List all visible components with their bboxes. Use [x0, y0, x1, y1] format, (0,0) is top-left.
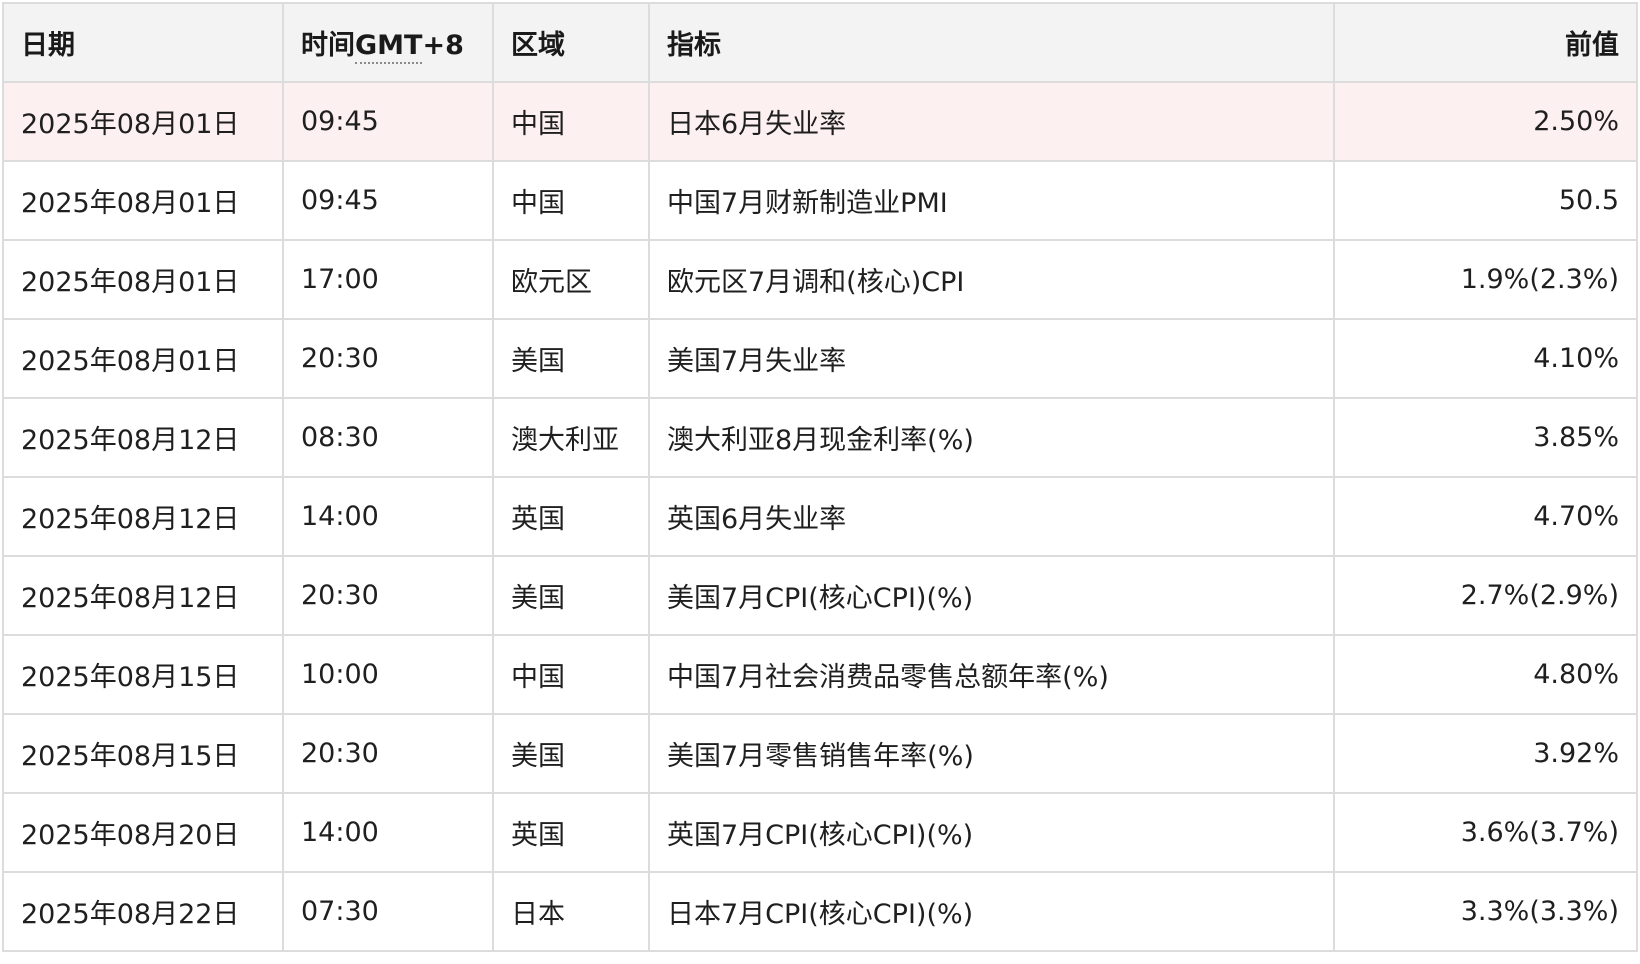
- cell-previous: 2.7%(2.9%): [1333, 555, 1638, 636]
- cell-previous: 4.70%: [1333, 476, 1638, 557]
- cell-previous: 4.10%: [1333, 318, 1638, 399]
- cell-indicator: 日本7月CPI(核心CPI)(%): [648, 871, 1335, 952]
- cell-indicator: 英国7月CPI(核心CPI)(%): [648, 792, 1335, 873]
- header-previous: 前值: [1333, 2, 1638, 83]
- cell-indicator: 美国7月零售销售年率(%): [648, 713, 1335, 794]
- cell-date: 2025年08月15日: [2, 634, 284, 715]
- cell-indicator: 欧元区7月调和(核心)CPI: [648, 239, 1335, 320]
- cell-previous: 3.3%(3.3%): [1333, 871, 1638, 952]
- header-indicator: 指标: [648, 2, 1335, 83]
- table-row: 2025年08月01日 20:30 美国 美国7月失业率 4.10%: [2, 318, 1638, 399]
- cell-time: 20:30: [282, 318, 494, 399]
- table-row: 2025年08月15日 10:00 中国 中国7月社会消费品零售总额年率(%) …: [2, 634, 1638, 715]
- cell-indicator: 澳大利亚8月现金利率(%): [648, 397, 1335, 478]
- table-row: 2025年08月12日 14:00 英国 英国6月失业率 4.70%: [2, 476, 1638, 557]
- header-time: 时间GMT+8: [282, 2, 494, 83]
- table-body: 2025年08月01日 09:45 中国 日本6月失业率 2.50% 2025年…: [2, 81, 1638, 952]
- cell-time: 09:45: [282, 160, 494, 241]
- data-table: 日期 时间GMT+8 区域 指标 前值 2025年08月01日 09:45 中国…: [2, 2, 1638, 952]
- table-row: 2025年08月15日 20:30 美国 美国7月零售销售年率(%) 3.92%: [2, 713, 1638, 794]
- cell-previous: 3.6%(3.7%): [1333, 792, 1638, 873]
- cell-previous: 2.50%: [1333, 81, 1638, 162]
- table-row: 2025年08月01日 17:00 欧元区 欧元区7月调和(核心)CPI 1.9…: [2, 239, 1638, 320]
- cell-region: 中国: [492, 634, 650, 715]
- cell-date: 2025年08月01日: [2, 239, 284, 320]
- cell-previous: 1.9%(2.3%): [1333, 239, 1638, 320]
- cell-region: 欧元区: [492, 239, 650, 320]
- cell-time: 10:00: [282, 634, 494, 715]
- cell-previous: 3.85%: [1333, 397, 1638, 478]
- cell-region: 澳大利亚: [492, 397, 650, 478]
- cell-date: 2025年08月01日: [2, 81, 284, 162]
- table-row: 2025年08月01日 09:45 中国 日本6月失业率 2.50%: [2, 81, 1638, 162]
- cell-date: 2025年08月22日: [2, 871, 284, 952]
- header-date: 日期: [2, 2, 284, 83]
- cell-time: 17:00: [282, 239, 494, 320]
- cell-region: 中国: [492, 81, 650, 162]
- cell-region: 中国: [492, 160, 650, 241]
- cell-time: 09:45: [282, 81, 494, 162]
- header-time-tz: GMT: [355, 30, 423, 64]
- cell-time: 07:30: [282, 871, 494, 952]
- cell-indicator: 中国7月社会消费品零售总额年率(%): [648, 634, 1335, 715]
- cell-date: 2025年08月12日: [2, 476, 284, 557]
- cell-region: 美国: [492, 713, 650, 794]
- cell-date: 2025年08月12日: [2, 397, 284, 478]
- cell-time: 20:30: [282, 555, 494, 636]
- table-row: 2025年08月12日 08:30 澳大利亚 澳大利亚8月现金利率(%) 3.8…: [2, 397, 1638, 478]
- cell-indicator: 日本6月失业率: [648, 81, 1335, 162]
- table-row: 2025年08月20日 14:00 英国 英国7月CPI(核心CPI)(%) 3…: [2, 792, 1638, 873]
- table-row: 2025年08月22日 07:30 日本 日本7月CPI(核心CPI)(%) 3…: [2, 871, 1638, 952]
- cell-date: 2025年08月20日: [2, 792, 284, 873]
- cell-date: 2025年08月15日: [2, 713, 284, 794]
- cell-time: 14:00: [282, 476, 494, 557]
- cell-time: 14:00: [282, 792, 494, 873]
- cell-region: 美国: [492, 555, 650, 636]
- cell-time: 08:30: [282, 397, 494, 478]
- cell-previous: 50.5: [1333, 160, 1638, 241]
- cell-previous: 4.80%: [1333, 634, 1638, 715]
- table-row: 2025年08月12日 20:30 美国 美国7月CPI(核心CPI)(%) 2…: [2, 555, 1638, 636]
- header-row: 日期 时间GMT+8 区域 指标 前值: [2, 2, 1638, 83]
- table-row: 2025年08月01日 09:45 中国 中国7月财新制造业PMI 50.5: [2, 160, 1638, 241]
- cell-region: 英国: [492, 792, 650, 873]
- cell-region: 英国: [492, 476, 650, 557]
- cell-time: 20:30: [282, 713, 494, 794]
- cell-previous: 3.92%: [1333, 713, 1638, 794]
- cell-date: 2025年08月01日: [2, 160, 284, 241]
- cell-date: 2025年08月12日: [2, 555, 284, 636]
- cell-date: 2025年08月01日: [2, 318, 284, 399]
- header-region: 区域: [492, 2, 650, 83]
- cell-indicator: 美国7月失业率: [648, 318, 1335, 399]
- cell-indicator: 英国6月失业率: [648, 476, 1335, 557]
- cell-indicator: 中国7月财新制造业PMI: [648, 160, 1335, 241]
- header-time-suffix: +8: [422, 30, 464, 61]
- cell-indicator: 美国7月CPI(核心CPI)(%): [648, 555, 1335, 636]
- table-header: 日期 时间GMT+8 区域 指标 前值: [2, 2, 1638, 83]
- economic-calendar-table: 日期 时间GMT+8 区域 指标 前值 2025年08月01日 09:45 中国…: [2, 2, 1638, 952]
- header-time-prefix: 时间: [301, 30, 355, 61]
- cell-region: 美国: [492, 318, 650, 399]
- cell-region: 日本: [492, 871, 650, 952]
